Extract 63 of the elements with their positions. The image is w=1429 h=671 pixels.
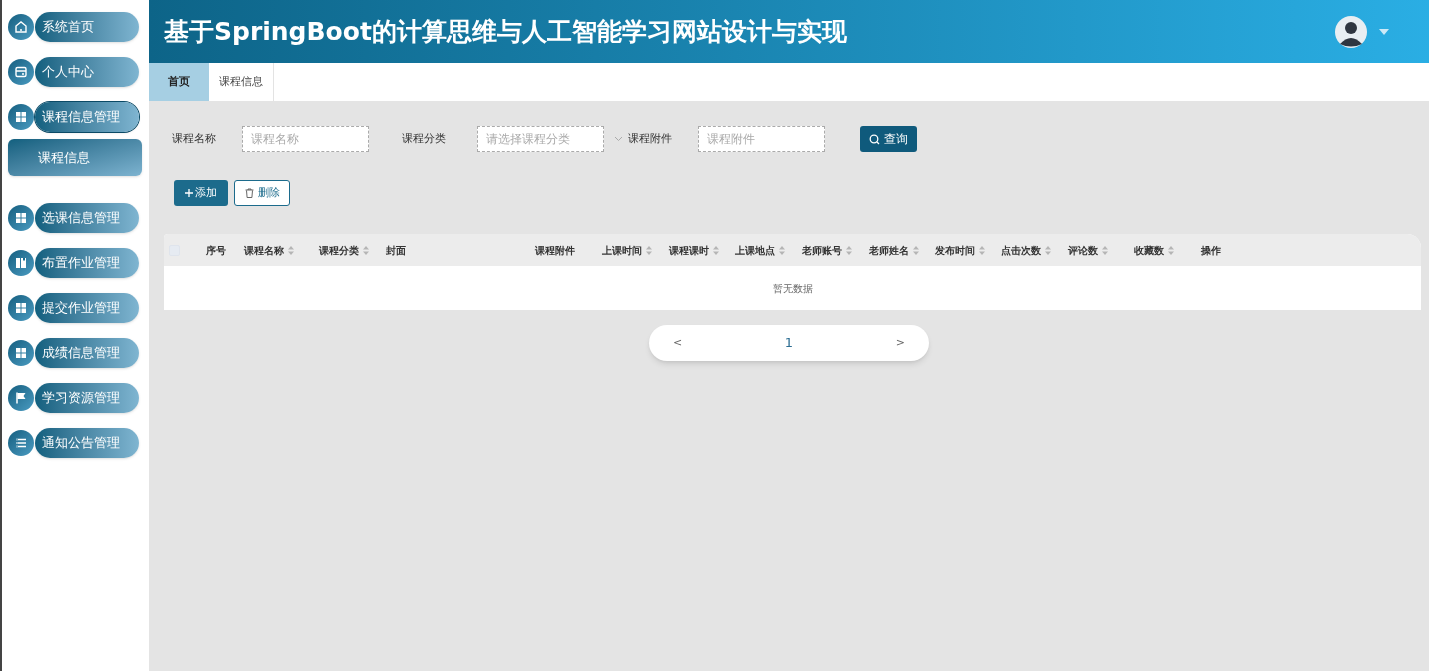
column-header: 课程分类: [319, 243, 359, 258]
sidebar-submenu-item[interactable]: 课程信息: [8, 139, 142, 176]
site-title: 基于SpringBoot的计算思维与人工智能学习网站设计与实现: [164, 15, 847, 48]
sort-icon[interactable]: [1045, 245, 1051, 255]
sort-icon[interactable]: [979, 245, 985, 255]
sort-icon[interactable]: [363, 245, 369, 255]
field-label: 课程附件: [628, 130, 673, 147]
grid-icon: [13, 109, 29, 125]
sidebar-menu-item[interactable]: 系统首页: [35, 12, 139, 42]
sidebar-menu-item[interactable]: 学习资源管理: [35, 383, 139, 413]
text-input-field[interactable]: 课程名称: [242, 126, 369, 152]
avatar-icon[interactable]: [1335, 15, 1367, 48]
column-header: 序号: [206, 243, 226, 258]
sidebar-menu-item[interactable]: 选课信息管理: [35, 203, 139, 233]
sort-icon[interactable]: [846, 245, 852, 255]
dropdown-caret-icon[interactable]: [1379, 28, 1389, 35]
sort-icon[interactable]: [1102, 245, 1108, 255]
sort-icon[interactable]: [288, 245, 294, 255]
tab[interactable]: 首页: [149, 63, 209, 101]
field-label: 课程分类: [402, 130, 447, 147]
field-label: 课程名称: [172, 130, 217, 147]
sort-icon[interactable]: [1168, 245, 1174, 255]
column-header: 发布时间: [935, 243, 975, 258]
page-number[interactable]: 1: [784, 333, 794, 353]
next-page-button[interactable]: >: [895, 334, 905, 352]
sidebar-menu-item[interactable]: 成绩信息管理: [35, 338, 139, 368]
sidebar-menu-item[interactable]: 提交作业管理: [35, 293, 139, 323]
column-header: 上课时间: [602, 243, 642, 258]
column-header: 课程附件: [535, 243, 575, 258]
search-button[interactable]: 查询: [860, 126, 917, 152]
grid-icon: [13, 210, 29, 226]
grid-icon: [13, 300, 29, 316]
column-header: 课程名称: [244, 243, 284, 258]
column-header: 操作: [1201, 243, 1221, 258]
trash-icon: [244, 188, 254, 198]
column-header: 课程课时: [669, 243, 709, 258]
column-header: 点击次数: [1001, 243, 1041, 258]
add-button[interactable]: 添加: [174, 180, 228, 206]
sort-icon[interactable]: [779, 245, 785, 255]
sidebar-menu-item[interactable]: 课程信息管理: [35, 102, 139, 132]
column-header: 老师姓名: [869, 243, 909, 258]
column-header: 老师账号: [802, 243, 842, 258]
text-input-field[interactable]: 课程附件: [698, 126, 825, 152]
column-header: 收藏数: [1134, 243, 1164, 258]
search-icon: [869, 133, 880, 145]
sidebar-menu-item[interactable]: 通知公告管理: [35, 428, 139, 458]
column-header: 封面: [386, 243, 406, 258]
sort-icon[interactable]: [713, 245, 719, 255]
plus-icon: [185, 189, 193, 197]
sort-icon[interactable]: [913, 245, 919, 255]
card-icon: [13, 64, 29, 80]
home-icon: [13, 19, 29, 35]
column-header: 评论数: [1068, 243, 1098, 258]
sort-icon[interactable]: [646, 245, 652, 255]
book-icon: [13, 255, 29, 271]
column-header: 上课地点: [735, 243, 775, 258]
sidebar-menu-item[interactable]: 布置作业管理: [35, 248, 139, 278]
grid-icon: [13, 345, 29, 361]
delete-button[interactable]: 删除: [234, 180, 290, 206]
previous-page-button[interactable]: <: [673, 334, 683, 352]
empty-message: 暂无数据: [772, 281, 813, 296]
sidebar-menu-item[interactable]: 个人中心: [35, 57, 139, 87]
chevron-down-icon[interactable]: [614, 136, 623, 142]
